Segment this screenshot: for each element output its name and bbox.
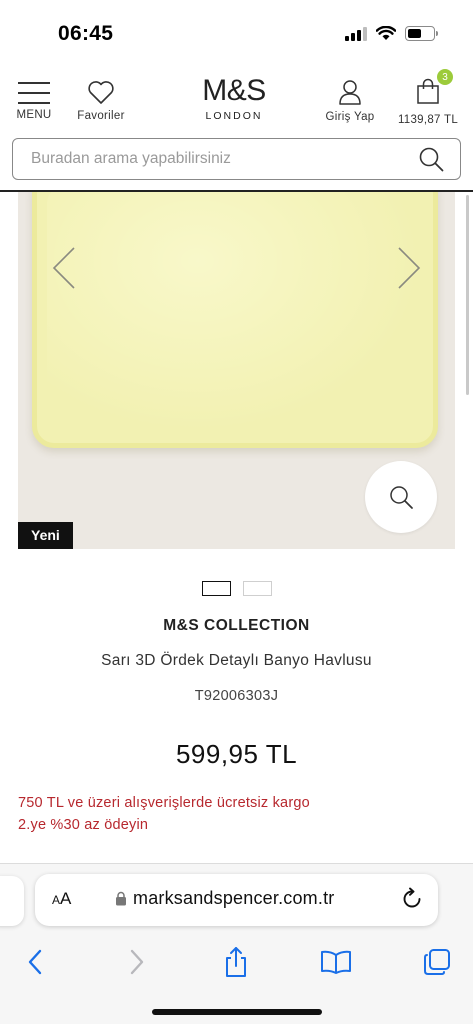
- heart-icon: [88, 81, 114, 104]
- browser-bottom-bar: AA marksandspencer.com.tr: [0, 864, 473, 1024]
- url-text: marksandspencer.com.tr: [133, 888, 335, 908]
- wifi-icon: [376, 26, 396, 40]
- product-name: Sarı 3D Ördek Detaylı Banyo Havlusu: [101, 652, 372, 669]
- carousel-dot-2[interactable]: [243, 581, 272, 596]
- forward-button[interactable]: [117, 942, 157, 982]
- chevron-right-icon: [398, 247, 421, 289]
- share-button[interactable]: [216, 942, 256, 982]
- cellular-signal-icon: [345, 26, 367, 41]
- status-bar: 06:45: [0, 0, 473, 66]
- back-button[interactable]: [15, 942, 55, 982]
- tabs-button[interactable]: [417, 942, 457, 982]
- basket-total: 1139,87 TL: [397, 114, 459, 126]
- forward-arrow-icon: [130, 949, 144, 975]
- home-indicator: [152, 1009, 322, 1015]
- reload-button[interactable]: [400, 887, 424, 916]
- product-photo-towel: [32, 192, 438, 448]
- status-time: 06:45: [58, 22, 114, 45]
- shopping-bag-icon: [417, 78, 439, 104]
- status-icons: [345, 26, 438, 41]
- hamburger-icon: [18, 82, 50, 104]
- share-icon: [226, 947, 246, 977]
- menu-button[interactable]: MENU: [14, 68, 54, 121]
- url-display[interactable]: marksandspencer.com.tr: [115, 888, 334, 909]
- promo-second-item: 2.ye %30 az ödeyin: [18, 817, 149, 833]
- browser-toolbar: [0, 942, 473, 982]
- product-image-carousel[interactable]: Yeni: [18, 192, 455, 549]
- book-icon: [321, 950, 351, 974]
- login-label: Giriş Yap: [325, 111, 375, 123]
- logo-main: M&S: [202, 74, 266, 107]
- zoom-button[interactable]: [365, 461, 437, 533]
- search-icon: [419, 147, 444, 172]
- chevron-left-icon: [52, 247, 75, 289]
- back-arrow-icon: [28, 949, 42, 975]
- address-bar[interactable]: AA marksandspencer.com.tr: [35, 874, 438, 926]
- site-header: MENU Favoriler M&S LONDON Giriş Yap 3 11…: [0, 68, 473, 132]
- favorites-button[interactable]: Favoriler: [70, 68, 132, 122]
- logo-sub: LONDON: [205, 110, 263, 122]
- previous-tab-peek[interactable]: [0, 876, 24, 926]
- lock-icon: [116, 891, 126, 906]
- login-button[interactable]: Giriş Yap: [318, 68, 382, 123]
- reload-icon: [403, 887, 421, 908]
- basket-button[interactable]: 3 1139,87 TL: [388, 68, 468, 126]
- carousel-dot-1[interactable]: [202, 581, 231, 596]
- carousel-prev-button[interactable]: [50, 244, 82, 292]
- scroll-indicator: [466, 195, 469, 395]
- menu-label: MENU: [16, 109, 52, 121]
- favorites-label: Favoriler: [77, 110, 125, 122]
- carousel-dots: [202, 581, 272, 596]
- user-icon: [339, 80, 361, 105]
- battery-icon: [405, 26, 438, 41]
- basket-count-badge: 3: [437, 69, 453, 85]
- reader-aa-button[interactable]: AA: [52, 889, 71, 909]
- zoom-icon: [390, 486, 413, 509]
- product-price: 599,95 TL: [175, 739, 298, 769]
- bookmarks-button[interactable]: [316, 942, 356, 982]
- new-badge: Yeni: [18, 522, 73, 549]
- product-brand: M&S COLLECTION: [163, 617, 310, 634]
- tabs-icon: [424, 949, 450, 975]
- search-input[interactable]: [31, 139, 401, 179]
- search-box: [12, 138, 461, 180]
- promo-free-shipping: 750 TL ve üzeri alışverişlerde ücretsiz …: [18, 795, 310, 811]
- carousel-next-button[interactable]: [391, 244, 423, 292]
- product-sku: T92006303J: [194, 688, 279, 704]
- search-button[interactable]: [418, 146, 444, 177]
- brand-logo[interactable]: M&S LONDON: [190, 74, 278, 123]
